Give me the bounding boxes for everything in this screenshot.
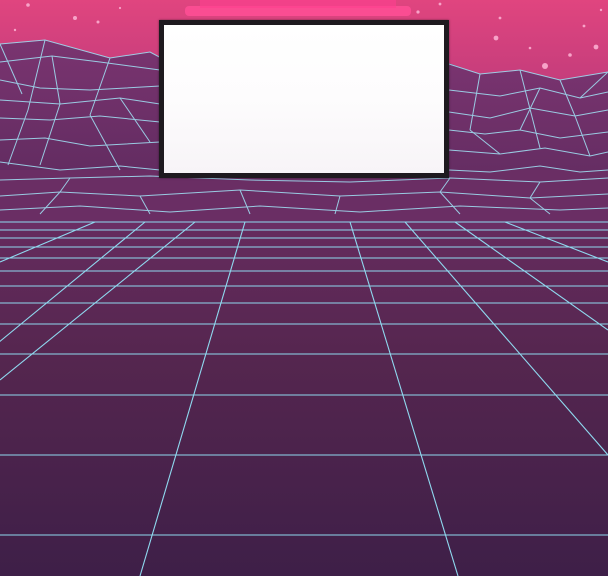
retro-grid-scene <box>0 0 608 576</box>
blank-screen-panel <box>159 20 449 178</box>
grid-floor <box>0 180 608 576</box>
screen-content <box>164 25 444 173</box>
